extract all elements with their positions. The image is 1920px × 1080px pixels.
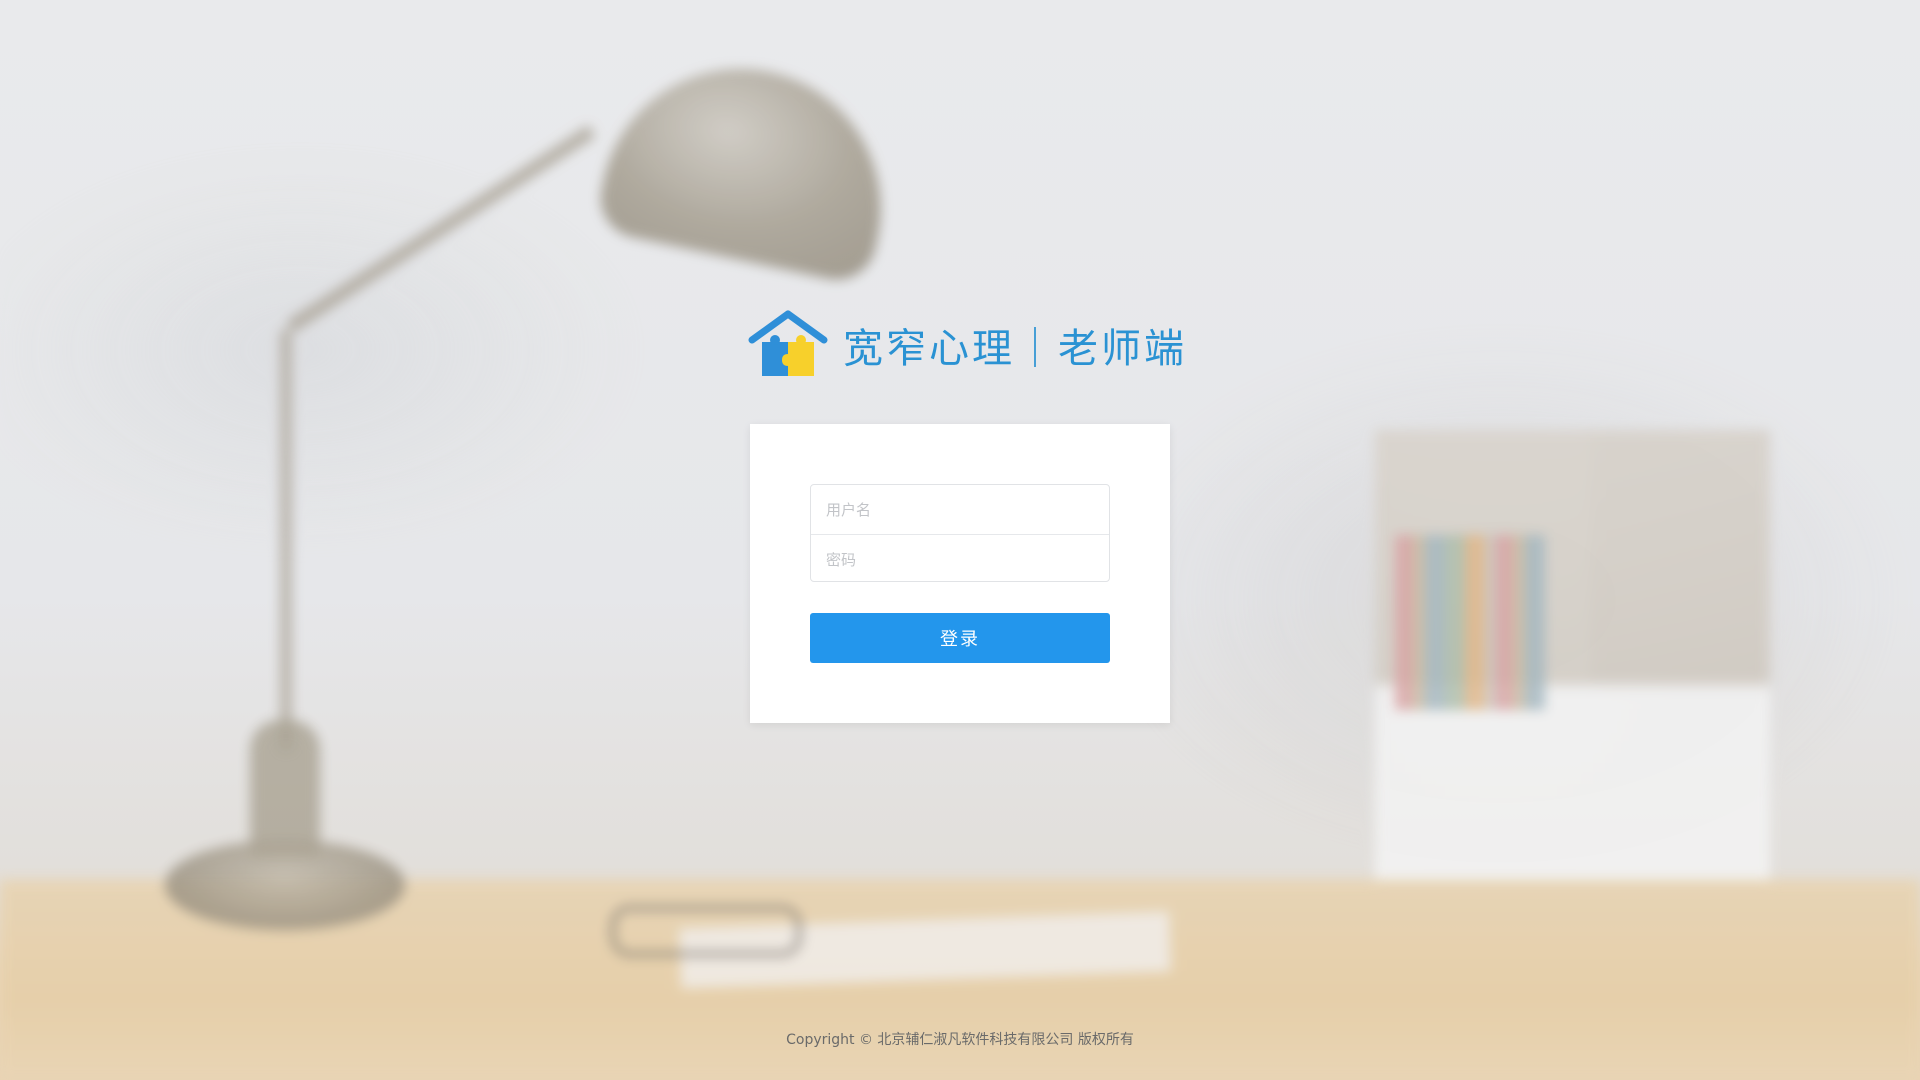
background-lamp-base: [165, 840, 405, 930]
background-file-box-right: [1590, 430, 1770, 930]
background-books: [1395, 535, 1545, 710]
footer-copyright: Copyright © 北京辅仁淑凡软件科技有限公司 版权所有: [786, 1032, 1134, 1048]
password-input[interactable]: [811, 535, 1109, 584]
brand-logo: 宽窄心理｜老师端: [748, 305, 1187, 385]
background-lamp-pole: [280, 330, 292, 750]
login-page: 宽窄心理｜老师端 登录 Copyright © 北京辅仁淑凡软件科技有限公司 版…: [0, 0, 1920, 1080]
background-glasses: [610, 905, 802, 957]
background-lamp-stem: [250, 720, 320, 860]
username-input[interactable]: [811, 485, 1109, 534]
login-card: 登录: [750, 424, 1170, 723]
login-button[interactable]: 登录: [810, 613, 1110, 663]
credentials-input-group: [810, 484, 1110, 584]
house-puzzle-icon: [748, 310, 828, 376]
brand-title: 宽窄心理｜老师端: [843, 326, 1187, 372]
